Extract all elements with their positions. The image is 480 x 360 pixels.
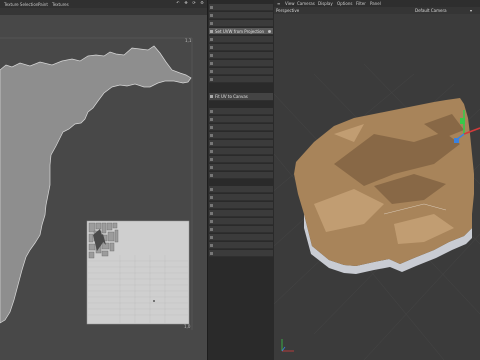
tool-icon (210, 110, 213, 113)
tool-item[interactable] (209, 148, 273, 155)
tool-icon (210, 212, 213, 215)
tool-icon (210, 204, 213, 207)
tool-item[interactable] (209, 172, 273, 179)
tool-icon (210, 244, 213, 247)
tool-icon (210, 46, 213, 49)
viewport-scene (274, 63, 480, 360)
menu-textures[interactable]: Textures (52, 2, 69, 7)
tool-icon (210, 38, 213, 41)
hand-icon[interactable]: ✥ (183, 0, 189, 6)
tool-set-uvw-from-projection[interactable]: Set UVW from Projection (209, 28, 273, 35)
tool-icon (210, 62, 213, 65)
tool-item[interactable] (209, 132, 273, 139)
3d-viewport[interactable]: ≡ View Cameras Display Options Filter Pa… (274, 0, 480, 360)
uv-corner-top-right: 1,1 (185, 38, 192, 43)
view-name: Perspective (276, 8, 300, 13)
viewport-title-bar: Perspective Default Camera ▾ (274, 7, 480, 14)
tool-item[interactable] (209, 218, 273, 225)
tool-item[interactable] (209, 52, 273, 59)
menu-paint[interactable]: Paint (38, 2, 48, 7)
tool-icon (210, 188, 213, 191)
uv-editor-panel: Texture Selection Paint Textures ↶ ✥ ⟳ ⚙ (0, 0, 207, 360)
tool-icon (210, 252, 213, 255)
tool-item[interactable] (209, 242, 273, 249)
tool-icon (210, 30, 213, 33)
tool-icon (210, 6, 213, 9)
tool-icon (210, 158, 213, 161)
menu-view[interactable]: View (285, 1, 295, 6)
tool-icon (210, 228, 213, 231)
tool-item[interactable] (209, 210, 273, 217)
tool-item[interactable] (209, 20, 273, 27)
tool-item[interactable] (209, 234, 273, 241)
tool-item[interactable] (209, 60, 273, 67)
world-axis-icon (281, 339, 294, 352)
tool-item[interactable] (209, 156, 273, 163)
tool-icon (210, 142, 213, 145)
viewport-menu-icon[interactable]: ≡ (277, 1, 280, 6)
tool-icon (210, 134, 213, 137)
tool-item[interactable] (209, 226, 273, 233)
rotate-icon[interactable]: ⟳ (191, 0, 197, 6)
tool-item[interactable] (209, 76, 273, 83)
menu-display[interactable]: Display (318, 1, 333, 6)
tool-icon (210, 118, 213, 121)
gear-icon[interactable]: ⚙ (199, 0, 205, 6)
uv-canvas-drawing (0, 37, 193, 330)
tool-separator (209, 84, 273, 88)
tool-icon (210, 95, 213, 98)
tool-item[interactable] (209, 124, 273, 131)
tool-icon (210, 196, 213, 199)
menu-texture-selection[interactable]: Texture Selection (4, 2, 38, 7)
uv-tool-panel: Set UVW from Projection Fit UV to Canvas (207, 0, 275, 360)
tool-icon (210, 150, 213, 153)
tool-item[interactable] (209, 108, 273, 115)
tool-item[interactable] (209, 36, 273, 43)
tool-item[interactable] (209, 44, 273, 51)
tool-icon (210, 126, 213, 129)
tool-separator (209, 180, 273, 184)
tool-item[interactable] (209, 12, 273, 19)
tool-item[interactable] (209, 116, 273, 123)
tool-label: Set UVW from Projection (215, 29, 265, 34)
tool-icon (210, 22, 213, 25)
tool-icon (210, 14, 213, 17)
tool-icon (210, 70, 213, 73)
tool-separator (209, 102, 273, 106)
toggle-dot-icon (268, 30, 271, 33)
tool-item[interactable] (209, 4, 273, 11)
tool-item[interactable] (209, 194, 273, 201)
camera-name[interactable]: Default Camera (415, 8, 447, 13)
camera-expand-icon[interactable]: ▾ (470, 8, 472, 13)
menu-cameras[interactable]: Cameras (297, 1, 315, 6)
tool-item[interactable] (209, 140, 273, 147)
tool-fit-uv-to-canvas[interactable]: Fit UV to Canvas (209, 93, 273, 101)
tool-item[interactable] (209, 68, 273, 75)
undo-icon[interactable]: ↶ (175, 0, 181, 6)
uv-canvas[interactable]: 1,1 1,0 (0, 15, 207, 360)
tool-item[interactable] (209, 164, 273, 171)
tool-item[interactable] (209, 186, 273, 193)
tool-icon (210, 166, 213, 169)
tool-icon (210, 236, 213, 239)
tool-label: Fit UV to Canvas (215, 94, 248, 99)
uv-corner-bottom-right: 1,0 (184, 324, 191, 329)
menu-filter[interactable]: Filter (356, 1, 366, 6)
menu-panel[interactable]: Panel (370, 1, 381, 6)
tool-icon (210, 54, 213, 57)
tool-icon (210, 78, 213, 81)
tool-icon (210, 174, 213, 177)
uv-toolbar (0, 8, 207, 15)
viewport-menubar: ≡ View Cameras Display Options Filter Pa… (274, 0, 480, 7)
tool-item[interactable] (209, 250, 273, 257)
tool-item[interactable] (209, 202, 273, 209)
tool-icon (210, 220, 213, 223)
menu-options[interactable]: Options (337, 1, 352, 6)
